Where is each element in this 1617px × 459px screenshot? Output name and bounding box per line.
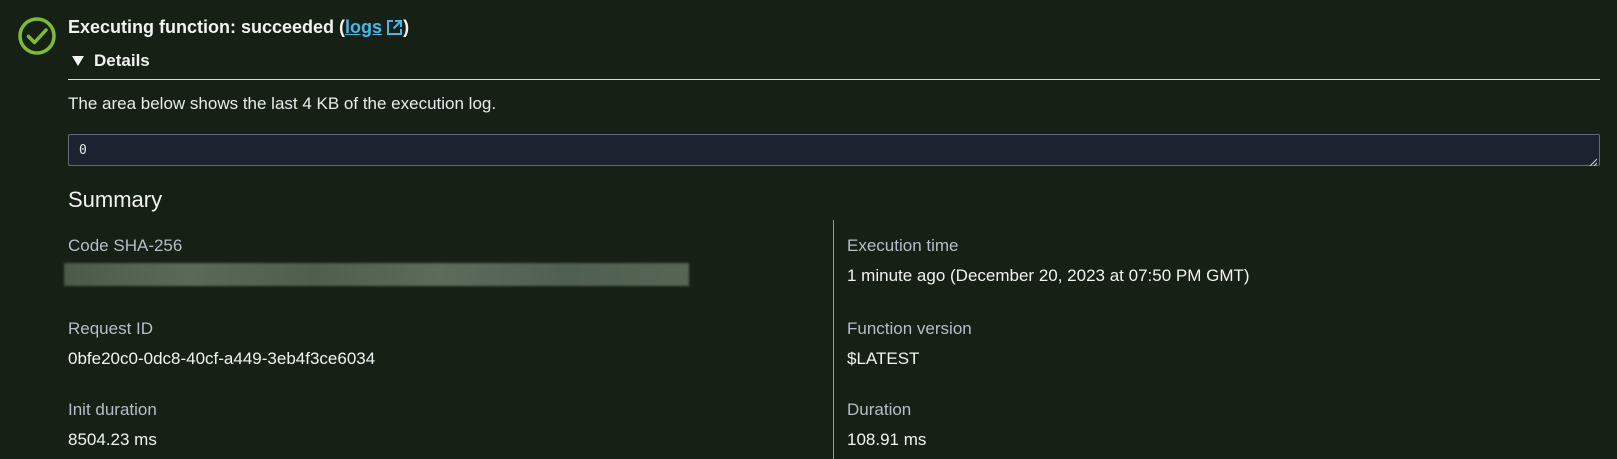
request-id-label: Request ID [68,319,154,338]
execution-time-label: Execution time [847,236,959,255]
details-divider [68,79,1600,80]
details-label: Details [94,51,150,70]
function-version-label: Function version [847,319,972,338]
log-caption: The area below shows the last 4 KB of th… [68,94,497,113]
caret-down-icon [72,49,84,73]
request-id-value: 0bfe20c0-0dc8-40cf-a449-3eb4f3ce6034 [68,349,376,368]
init-duration-value: 8504.23 ms [68,430,157,449]
code-sha-value-redacted [64,263,689,286]
init-duration-label: Init duration [68,400,157,419]
check-circle-icon [17,16,57,56]
summary-title: Summary [68,187,163,212]
column-divider [833,220,834,459]
external-link-icon [386,18,403,42]
duration-label: Duration [847,400,912,419]
code-sha-label: Code SHA-256 [68,236,183,255]
logs-link[interactable]: logs [345,17,403,37]
execution-log-content: 0 [79,143,87,158]
execution-time-value: 1 minute ago (December 20, 2023 at 07:50… [847,266,1250,285]
details-expander[interactable]: Details [72,49,150,73]
execution-log-textarea[interactable]: 0 [68,134,1600,167]
logs-link-label: logs [345,17,383,37]
execution-status-heading: Executing function: succeeded (logs) [68,15,409,42]
execution-status-suffix: ) [403,17,410,37]
execution-status-text: Executing function: succeeded ( [68,17,346,37]
function-version-value: $LATEST [847,349,920,368]
resize-handle-icon[interactable] [1589,155,1598,167]
duration-value: 108.91 ms [847,430,927,449]
